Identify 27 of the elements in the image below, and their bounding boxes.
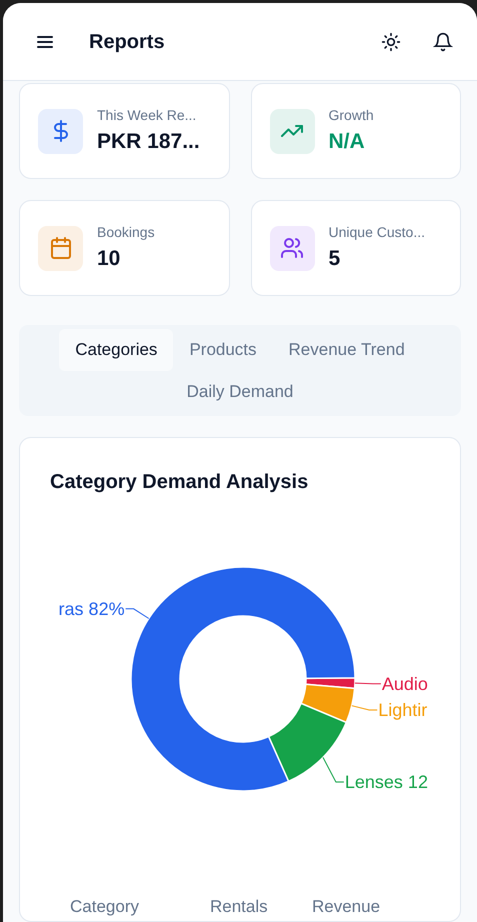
- stat-value: 10: [97, 246, 122, 272]
- stat-label: Bookings: [97, 222, 155, 242]
- stat-label: Unique Custo...: [328, 222, 425, 242]
- slice-label: Lightir: [378, 700, 428, 720]
- tab[interactable]: Categories: [59, 329, 174, 370]
- stat-value: PKR 187...: [97, 128, 200, 155]
- tab[interactable]: Products: [173, 329, 273, 370]
- stat-label: Growth: [328, 106, 374, 125]
- stat-value: 5: [328, 246, 342, 272]
- column-header: Rentals: [210, 896, 269, 918]
- page-title: Reports: [89, 30, 165, 54]
- leader-line: [322, 756, 344, 782]
- tab[interactable]: Revenue Trend: [272, 329, 421, 370]
- chart-title: Category Demand Analysis: [50, 470, 310, 494]
- stat-label: This Week Re...: [97, 106, 198, 125]
- tab[interactable]: Daily Demand: [170, 370, 310, 412]
- slice-label: Audio: [382, 674, 428, 694]
- column-header: Revenue: [312, 896, 380, 918]
- stat-value: N/A: [328, 128, 366, 155]
- leader-line: [354, 682, 382, 684]
- leader-line: [125, 608, 150, 619]
- slice-label: ras 82%: [58, 598, 125, 619]
- bell-icon: [433, 32, 453, 52]
- slice-label: Lenses 12: [344, 772, 428, 792]
- sun-icon: [381, 32, 401, 52]
- column-header: Category: [70, 896, 140, 918]
- leader-line: [351, 705, 378, 710]
